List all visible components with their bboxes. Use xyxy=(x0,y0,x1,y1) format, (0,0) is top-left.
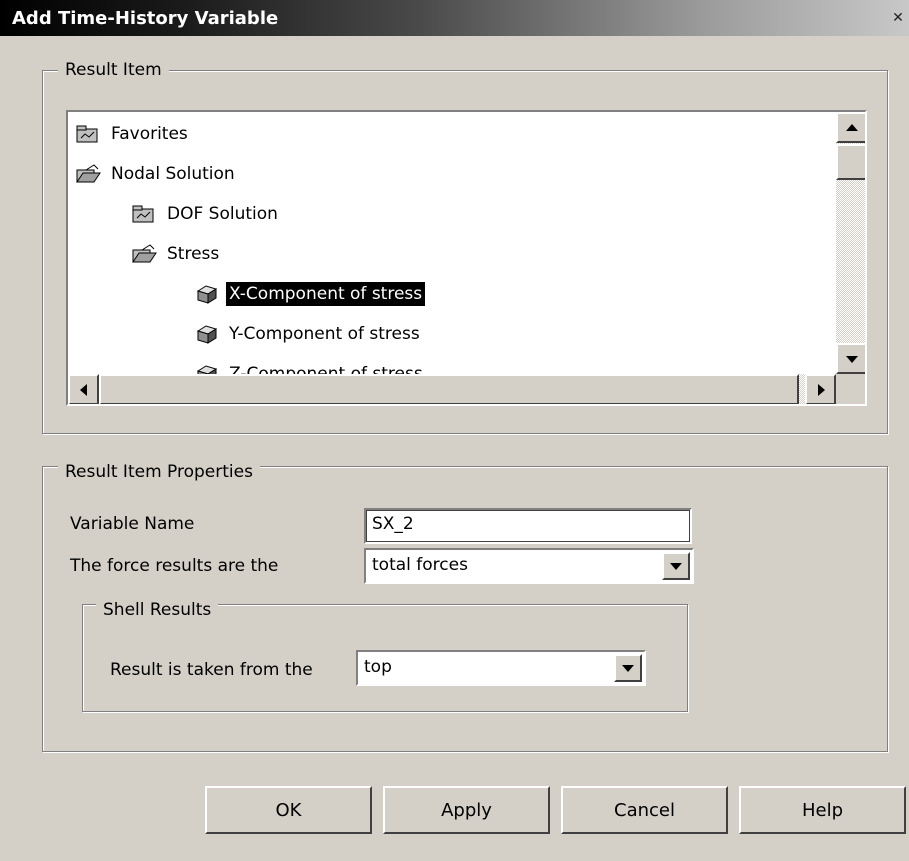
force-results-dropdown-button[interactable] xyxy=(662,552,690,580)
tree-horizontal-scrollbar[interactable] xyxy=(68,374,836,404)
help-label: Help xyxy=(801,799,844,821)
tree-item[interactable]: DOF Solution xyxy=(130,198,281,230)
chevron-down-icon xyxy=(622,665,634,672)
tree-item-label: DOF Solution xyxy=(167,204,278,224)
tree-item[interactable]: Y-Component of stress xyxy=(192,318,423,350)
ok-button[interactable]: OK xyxy=(205,786,372,834)
tree-item-label: Nodal Solution xyxy=(111,164,235,184)
help-button[interactable]: Help xyxy=(739,786,906,834)
scroll-right-button[interactable] xyxy=(805,374,836,404)
open-folder-icon xyxy=(74,163,102,185)
result-taken-label: Result is taken from the xyxy=(110,660,313,680)
cancel-label: Cancel xyxy=(614,799,675,821)
open-folder-icon xyxy=(130,243,158,265)
result-taken-dropdown-button[interactable] xyxy=(614,654,642,682)
tree-item[interactable]: X-Component of stress xyxy=(192,278,426,310)
ok-label: OK xyxy=(275,799,302,821)
tree-item-label: Favorites xyxy=(111,124,188,144)
result-taken-value: top xyxy=(364,657,392,677)
cube-icon xyxy=(192,363,220,374)
variable-name-label: Variable Name xyxy=(70,514,195,534)
scroll-left-button[interactable] xyxy=(68,374,99,404)
scroll-down-button[interactable] xyxy=(836,343,865,374)
vertical-scroll-thumb[interactable] xyxy=(836,144,865,180)
window-title: Add Time-History Variable xyxy=(12,8,279,29)
tree-vertical-scrollbar[interactable] xyxy=(836,112,865,374)
apply-label: Apply xyxy=(441,799,492,821)
shell-results-legend: Shell Results xyxy=(96,600,219,620)
arrow-right-icon xyxy=(817,383,825,396)
title-bar: Add Time-History Variable ✕ xyxy=(0,0,909,36)
result-taken-select[interactable]: top xyxy=(356,650,646,686)
variable-name-value: SX_2 xyxy=(372,514,414,534)
tree-viewport: Favorites Nodal Solution DOF Solution Stres… xyxy=(68,112,836,374)
tree-item-label: Z-Component of stress xyxy=(229,364,423,374)
tree-item-label: X-Component of stress xyxy=(226,282,426,306)
tree-item-label: Stress xyxy=(167,244,220,264)
tree-item[interactable]: Favorites xyxy=(74,118,191,150)
tree-item[interactable]: Z-Component of stress xyxy=(192,358,426,374)
result-item-tree[interactable]: Favorites Nodal Solution DOF Solution Stres… xyxy=(66,110,867,406)
tree-item-label: Y-Component of stress xyxy=(229,324,420,344)
force-results-select[interactable]: total forces xyxy=(364,548,694,584)
arrow-left-icon xyxy=(79,383,87,396)
tree-item[interactable]: Nodal Solution xyxy=(74,158,238,190)
cube-icon xyxy=(192,323,220,345)
arrow-up-icon xyxy=(845,123,858,131)
scrollbar-corner xyxy=(836,374,865,404)
close-icon[interactable]: ✕ xyxy=(887,7,909,29)
force-results-value: total forces xyxy=(372,555,468,575)
result-item-legend: Result Item xyxy=(58,60,169,80)
scroll-up-button[interactable] xyxy=(836,112,865,143)
cancel-button[interactable]: Cancel xyxy=(561,786,728,834)
cube-icon xyxy=(192,283,220,305)
force-results-label: The force results are the xyxy=(70,556,279,576)
apply-button[interactable]: Apply xyxy=(383,786,550,834)
arrow-down-icon xyxy=(845,355,858,363)
chevron-down-icon xyxy=(670,563,682,570)
tree-item[interactable]: Stress xyxy=(130,238,222,270)
properties-legend: Result Item Properties xyxy=(58,462,260,482)
variable-name-input[interactable]: SX_2 xyxy=(364,508,692,544)
closed-folder-icon xyxy=(74,123,102,145)
closed-folder-icon xyxy=(130,203,158,225)
horizontal-scroll-thumb[interactable] xyxy=(99,374,799,404)
